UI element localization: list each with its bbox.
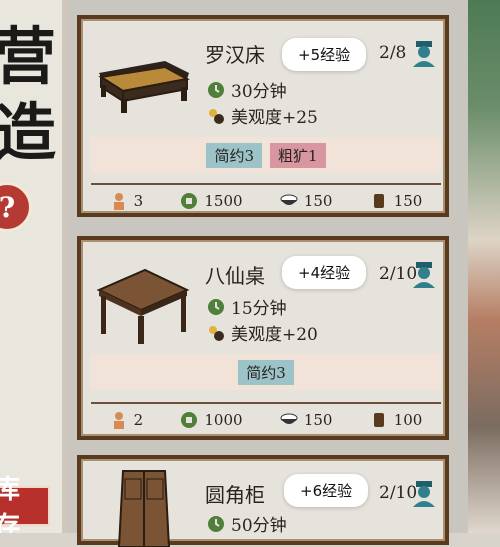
luohan-bed-image — [98, 61, 190, 113]
build-time: 30分钟 — [231, 82, 287, 102]
tag-jianyue: 简约3 — [206, 142, 262, 168]
worker-cost: 3 — [133, 192, 144, 210]
baxian-table-image — [96, 268, 190, 344]
timer-icon — [208, 298, 224, 315]
timer-icon — [208, 81, 224, 98]
wood-icon — [373, 413, 384, 427]
experience-bubble: +5经验 — [282, 38, 367, 71]
worker-icon — [113, 193, 124, 210]
official-avatar-icon — [413, 41, 435, 67]
build-time: 50分钟 — [231, 516, 287, 536]
furniture-name: 八仙桌 — [205, 264, 265, 288]
tag-cukuang: 粗犷1 — [270, 142, 326, 168]
food-cost: 150 — [303, 192, 333, 210]
furniture-card-baxian-table[interactable]: 八仙桌 2/10 15分钟 美观度+20 简约3 2 1000 150 100 — [77, 236, 449, 440]
yuanjiao-cabinet-image — [117, 470, 171, 547]
worker-icon — [113, 412, 124, 429]
official-avatar-icon — [413, 481, 435, 507]
build-count: 2/8 — [379, 43, 407, 63]
experience-bubble: +6经验 — [284, 474, 369, 507]
left-title-strip: 营 造 ? 库存 — [0, 0, 64, 533]
furniture-card-luohan-bed[interactable]: 罗汉床 2/8 30分钟 美观度+25 简约3 粗犷1 3 1500 150 1… — [77, 15, 449, 217]
cost-row: 3 1500 150 150 — [91, 183, 441, 217]
build-time: 15分钟 — [231, 299, 287, 319]
experience-bubble: +4经验 — [282, 256, 367, 289]
furniture-name: 罗汉床 — [205, 43, 265, 67]
coin-cost: 1500 — [204, 192, 243, 210]
coin-cost: 1000 — [204, 411, 243, 429]
rice-bowl-icon — [280, 194, 298, 205]
beauty-icon — [209, 108, 224, 124]
wood-icon — [373, 194, 384, 208]
title-char-2: 造 — [0, 96, 57, 169]
beauty-value: 美观度+20 — [231, 325, 318, 345]
rice-bowl-icon — [280, 413, 298, 424]
help-button[interactable]: ? — [0, 182, 32, 232]
furniture-card-yuanjiao-cabinet[interactable]: 圆角柜 2/10 50分钟 — [77, 455, 449, 547]
coin-icon — [181, 193, 198, 209]
worker-cost: 2 — [133, 411, 144, 429]
background-scenery — [468, 0, 500, 533]
coin-icon — [181, 412, 198, 428]
food-cost: 150 — [303, 411, 333, 429]
wood-cost: 100 — [393, 411, 423, 429]
inventory-button[interactable]: 库存 — [0, 475, 50, 533]
timer-icon — [208, 515, 224, 532]
title-char-1: 营 — [0, 20, 57, 93]
style-tags: 简约3 粗犷1 — [91, 137, 441, 173]
beauty-icon — [209, 325, 224, 341]
style-tags: 简约3 — [91, 354, 441, 390]
beauty-value: 美观度+25 — [231, 108, 318, 128]
furniture-name: 圆角柜 — [205, 483, 265, 507]
official-avatar-icon — [413, 262, 435, 288]
wood-cost: 150 — [393, 192, 423, 210]
tag-jianyue: 简约3 — [238, 359, 294, 385]
cost-row: 2 1000 150 100 — [91, 402, 441, 436]
